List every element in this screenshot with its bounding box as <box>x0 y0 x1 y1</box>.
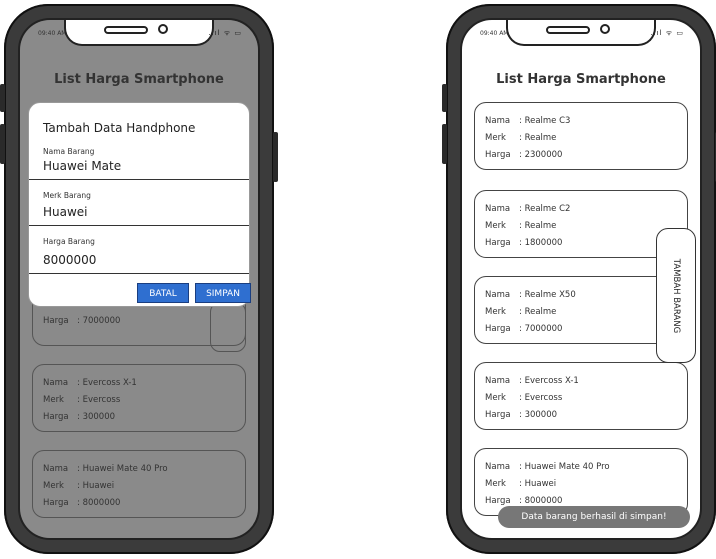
volume-button <box>0 124 5 164</box>
harga-value: 300000 <box>82 412 116 422</box>
camera <box>158 24 168 34</box>
screen-right: 09:40 AM ..ıl ᯤ ▭ List Harga Smartphone … <box>460 18 702 540</box>
merk-value: Huawei <box>524 479 557 489</box>
phone-frame-left: 09:40 AM ..ıl ᯤ ▭ List Harga Smartphone … <box>0 4 278 554</box>
toast-message: Data barang berhasil di simpan! <box>498 506 690 528</box>
fab-peek[interactable] <box>210 302 246 352</box>
merk-barang-field[interactable]: Merk Barang Huawei <box>29 187 249 226</box>
harga-value: 8000000 <box>82 498 121 508</box>
status-bar: 09:40 AM ..ıl ᯤ ▭ <box>20 20 258 54</box>
merk-value: Evercoss <box>82 395 121 405</box>
volume-button <box>0 84 5 112</box>
merk-value: Realme <box>524 221 557 231</box>
signal-wifi-battery-icon: ..ıl ᯤ ▭ <box>650 29 684 37</box>
nama-value: Evercoss X-1 <box>82 378 137 388</box>
status-bar: 09:40 AM ..ıl ᯤ ▭ <box>462 20 700 54</box>
harga-value: 300000 <box>524 410 558 420</box>
power-button <box>273 132 278 182</box>
merk-value: Realme <box>524 133 557 143</box>
nama-barang-field[interactable]: Nama Barang Huawei Mate <box>29 143 249 180</box>
signal-wifi-battery-icon: ..ıl ᯤ ▭ <box>208 29 242 37</box>
page-title: List Harga Smartphone <box>496 72 666 87</box>
volume-button <box>442 84 447 112</box>
speaker <box>104 26 148 34</box>
harga-value: 7000000 <box>82 316 121 326</box>
harga-value: 1800000 <box>524 238 563 248</box>
dialog-title: Tambah Data Handphone <box>43 121 196 135</box>
merk-value: Realme <box>524 307 557 317</box>
notch <box>64 20 214 46</box>
status-time: 09:40 AM <box>38 30 67 37</box>
nama-value: Huawei Mate 40 Pro <box>82 464 168 474</box>
harga-value: 2300000 <box>524 150 563 160</box>
merk-value: Huawei <box>82 481 115 491</box>
merk-value: Evercoss <box>524 393 563 403</box>
save-button[interactable]: SIMPAN <box>195 283 251 303</box>
harga-value: 7000000 <box>524 324 563 334</box>
nama-value: Evercoss X-1 <box>524 376 579 386</box>
page-title: List Harga Smartphone <box>54 72 224 87</box>
volume-button <box>442 124 447 164</box>
add-item-button[interactable]: TAMBAH BARANG <box>656 228 696 363</box>
phone-frame-right: 09:40 AM ..ıl ᯤ ▭ List Harga Smartphone … <box>442 4 716 554</box>
list-item[interactable]: Nama: Realme C3 Merk: Realme Harga: 2300… <box>474 102 688 170</box>
camera <box>600 24 610 34</box>
list-item[interactable]: Nama: Huawei Mate 40 Pro Merk: Huawei Ha… <box>32 450 246 518</box>
screen-left: 09:40 AM ..ıl ᯤ ▭ List Harga Smartphone … <box>18 18 260 540</box>
status-time: 09:40 AM <box>480 30 509 37</box>
harga-barang-field[interactable]: Harga Barang 8000000 <box>29 233 249 274</box>
nama-value: Huawei Mate 40 Pro <box>524 462 610 472</box>
harga-key: Harga <box>43 316 69 326</box>
nama-value: Realme C3 <box>524 116 571 126</box>
list-item[interactable]: Nama: Evercoss X-1 Merk: Evercoss Harga:… <box>474 362 688 430</box>
nama-value: Realme C2 <box>524 204 571 214</box>
cancel-button[interactable]: BATAL <box>137 283 189 303</box>
add-phone-dialog: Tambah Data Handphone Nama Barang Huawei… <box>28 102 251 307</box>
notch <box>506 20 656 46</box>
nama-value: Realme X50 <box>524 290 576 300</box>
add-item-button-label: TAMBAH BARANG <box>671 258 681 333</box>
speaker <box>546 26 590 34</box>
list-item[interactable]: Nama: Evercoss X-1 Merk: Evercoss Harga:… <box>32 364 246 432</box>
